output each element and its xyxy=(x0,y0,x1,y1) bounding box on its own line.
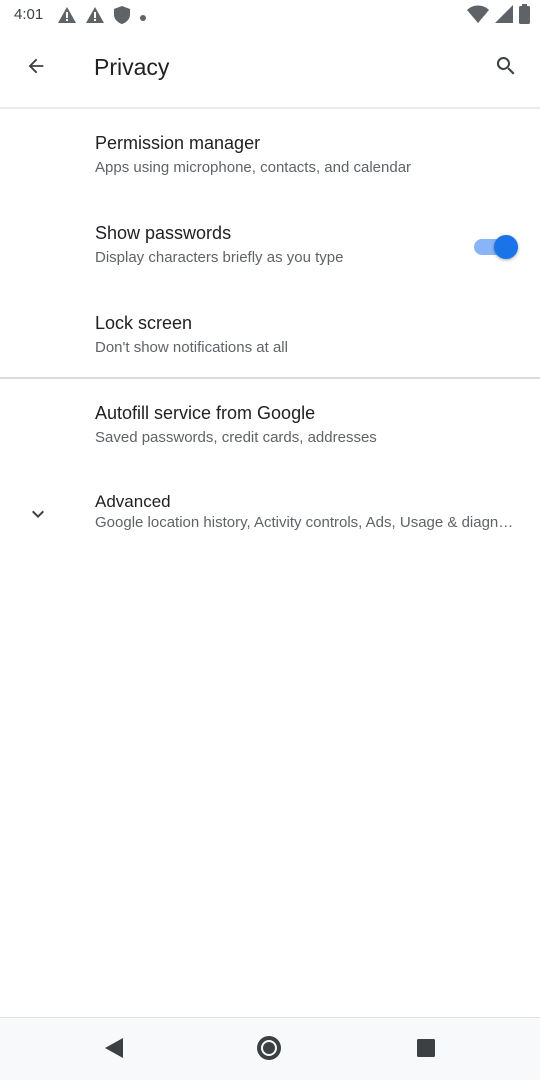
app-bar-divider xyxy=(0,107,540,109)
shield-icon xyxy=(114,5,130,29)
nav-recents-button[interactable] xyxy=(408,1032,444,1068)
battery-icon xyxy=(519,3,530,29)
show-passwords-title: Show passwords xyxy=(95,223,232,243)
app-bar: Privacy xyxy=(0,34,540,104)
system-status-icons xyxy=(467,3,530,29)
nav-back-button[interactable] xyxy=(96,1032,132,1068)
section-divider xyxy=(0,377,540,379)
lock-screen-title: Lock screen xyxy=(95,313,193,333)
advanced-title: Advanced xyxy=(95,492,171,511)
autofill-service-summary: Saved passwords, credit cards, addresses xyxy=(95,429,377,446)
nav-home-icon xyxy=(254,1033,284,1068)
navigation-bar xyxy=(0,1017,540,1080)
show-passwords-summary: Display characters briefly as you type xyxy=(95,249,344,266)
lock-screen-item[interactable]: Lock screen Don't show notifications at … xyxy=(0,300,540,376)
signal-icon xyxy=(495,4,513,28)
status-bar: 4:01 xyxy=(0,0,540,34)
warning-icon xyxy=(58,6,76,28)
search-button[interactable] xyxy=(484,46,528,90)
show-passwords-switch[interactable] xyxy=(472,232,518,260)
nav-back-icon xyxy=(103,1036,125,1065)
nav-recents-icon xyxy=(415,1037,437,1064)
privacy-screen: 4:01 Privacy Permission manager Apps usi… xyxy=(0,0,540,1080)
wifi-icon xyxy=(467,5,489,28)
dot-icon xyxy=(140,8,146,26)
chevron-down-icon xyxy=(24,500,52,528)
autofill-service-title: Autofill service from Google xyxy=(95,403,316,423)
advanced-summary: Google location history, Activity contro… xyxy=(95,514,519,531)
permission-manager-summary: Apps using microphone, contacts, and cal… xyxy=(95,159,412,176)
nav-home-button[interactable] xyxy=(251,1032,287,1068)
arrow-back-icon xyxy=(25,55,47,82)
page-title: Privacy xyxy=(94,54,170,80)
lock-screen-summary: Don't show notifications at all xyxy=(95,339,288,356)
switch-thumb xyxy=(494,235,518,259)
advanced-item[interactable]: Advanced Google location history, Activi… xyxy=(0,480,540,560)
permission-manager-item[interactable]: Permission manager Apps using microphone… xyxy=(0,120,540,200)
status-time: 4:01 xyxy=(14,6,44,23)
notification-icons xyxy=(58,5,146,29)
autofill-service-item[interactable]: Autofill service from Google Saved passw… xyxy=(0,390,540,470)
search-icon xyxy=(494,54,518,83)
back-button[interactable] xyxy=(14,46,58,90)
show-passwords-item[interactable]: Show passwords Display characters briefl… xyxy=(0,210,540,290)
warning-icon xyxy=(86,6,104,28)
permission-manager-title: Permission manager xyxy=(95,133,261,153)
